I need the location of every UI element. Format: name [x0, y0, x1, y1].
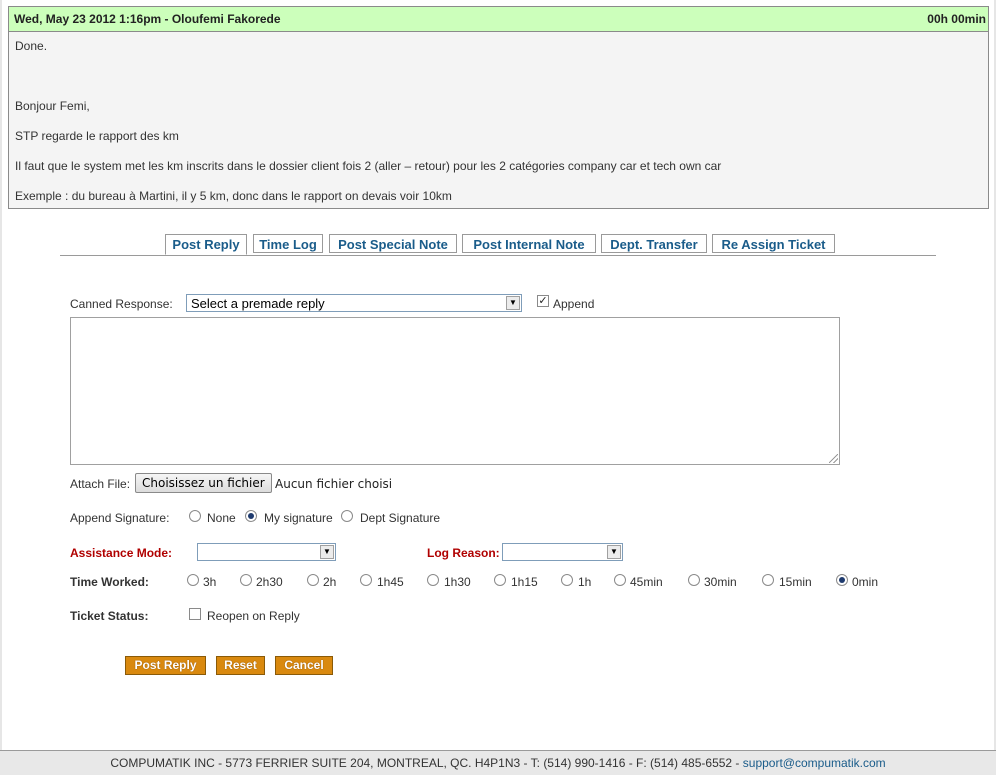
- tab-post-internal-note[interactable]: Post Internal Note: [462, 234, 596, 253]
- resize-grip-icon[interactable]: [829, 454, 838, 463]
- time-1h45-radio[interactable]: [360, 574, 372, 586]
- file-status-text: Aucun fichier choisi: [275, 477, 393, 491]
- chevron-down-icon: ▼: [607, 545, 621, 559]
- message-body: Done. Bonjour Femi, STP regarde le rappo…: [9, 32, 988, 210]
- page-footer: COMPUMATIK INC - 5773 FERRIER SUITE 204,…: [0, 750, 996, 775]
- append-signature-label: Append Signature:: [70, 511, 170, 525]
- chevron-down-icon: ▼: [320, 545, 334, 559]
- reopen-label: Reopen on Reply: [207, 609, 300, 623]
- chevron-down-icon: ▼: [506, 296, 520, 310]
- time-1h-radio[interactable]: [561, 574, 573, 586]
- reply-textarea[interactable]: [70, 317, 840, 465]
- support-email-link[interactable]: support@compumatik.com: [743, 756, 886, 770]
- log-reason-label: Log Reason:: [427, 546, 500, 560]
- time-option-label: 1h45: [377, 575, 404, 589]
- signature-dept-radio[interactable]: [341, 510, 353, 522]
- time-option-label: 0min: [852, 575, 879, 589]
- time-option-label: 1h15: [511, 575, 538, 589]
- time-3h-radio[interactable]: [187, 574, 199, 586]
- time-option-label: 15min: [779, 575, 812, 589]
- message-line: Bonjour Femi,: [15, 99, 90, 113]
- time-2h30-radio[interactable]: [240, 574, 252, 586]
- tab-post-reply[interactable]: Post Reply: [165, 234, 247, 255]
- attach-file-label: Attach File:: [70, 477, 131, 491]
- time-15min-radio[interactable]: [762, 574, 774, 586]
- reset-button[interactable]: Reset: [216, 656, 265, 675]
- canned-response-value: Select a premade reply: [191, 296, 325, 311]
- choose-file-button[interactable]: Choisissez un fichier: [135, 473, 272, 493]
- time-option-label: 1h30: [444, 575, 471, 589]
- reopen-checkbox[interactable]: [189, 608, 201, 620]
- time-2h-radio[interactable]: [307, 574, 319, 586]
- time-1h30-radio[interactable]: [427, 574, 439, 586]
- message-panel: Wed, May 23 2012 1:16pm - Oloufemi Fakor…: [8, 6, 989, 209]
- time-option-label: 3h: [203, 575, 217, 589]
- tab-dept-transfer[interactable]: Dept. Transfer: [601, 234, 707, 253]
- time-option-label: 2h30: [256, 575, 283, 589]
- message-author-date: Wed, May 23 2012 1:16pm - Oloufemi Fakor…: [14, 12, 281, 26]
- signature-mine-radio[interactable]: [245, 510, 257, 522]
- action-tabs: Post Reply Time Log Post Special Note Po…: [60, 234, 936, 256]
- append-checkbox[interactable]: ✓: [537, 295, 549, 307]
- message-line: Done.: [15, 39, 48, 53]
- post-reply-button[interactable]: Post Reply: [125, 656, 206, 675]
- time-30min-radio[interactable]: [688, 574, 700, 586]
- canned-response-label: Canned Response:: [70, 297, 173, 311]
- message-time-spent: 00h 00min: [927, 12, 986, 26]
- time-worked-label: Time Worked:: [70, 575, 149, 589]
- message-line: Exemple : du bureau à Martini, il y 5 km…: [15, 189, 452, 203]
- time-option-label: 45min: [630, 575, 663, 589]
- time-1h15-radio[interactable]: [494, 574, 506, 586]
- assistance-mode-label: Assistance Mode:: [70, 546, 173, 560]
- signature-dept-label: Dept Signature: [360, 511, 441, 525]
- append-label: Append: [553, 297, 595, 311]
- tab-post-special-note[interactable]: Post Special Note: [329, 234, 457, 253]
- footer-company-info: COMPUMATIK INC - 5773 FERRIER SUITE 204,…: [110, 756, 743, 770]
- log-reason-select[interactable]: ▼: [502, 543, 623, 561]
- ticket-status-label: Ticket Status:: [70, 609, 149, 623]
- time-option-label: 30min: [704, 575, 737, 589]
- canned-response-select[interactable]: Select a premade reply ▼: [186, 294, 522, 312]
- page-frame-left: [0, 0, 2, 750]
- tab-re-assign-ticket[interactable]: Re Assign Ticket: [712, 234, 835, 253]
- time-option-label: 2h: [323, 575, 337, 589]
- signature-none-label: None: [207, 511, 236, 525]
- message-line: STP regarde le rapport des km: [15, 129, 179, 143]
- assistance-mode-select[interactable]: ▼: [197, 543, 336, 561]
- time-option-label: 1h: [578, 575, 592, 589]
- message-line: Il faut que le system met les km inscrit…: [15, 159, 722, 173]
- message-header: Wed, May 23 2012 1:16pm - Oloufemi Fakor…: [9, 7, 988, 32]
- cancel-button[interactable]: Cancel: [275, 656, 333, 675]
- time-45min-radio[interactable]: [614, 574, 626, 586]
- tab-time-log[interactable]: Time Log: [253, 234, 323, 253]
- signature-mine-label: My signature: [264, 511, 333, 525]
- signature-none-radio[interactable]: [189, 510, 201, 522]
- time-0min-radio[interactable]: [836, 574, 848, 586]
